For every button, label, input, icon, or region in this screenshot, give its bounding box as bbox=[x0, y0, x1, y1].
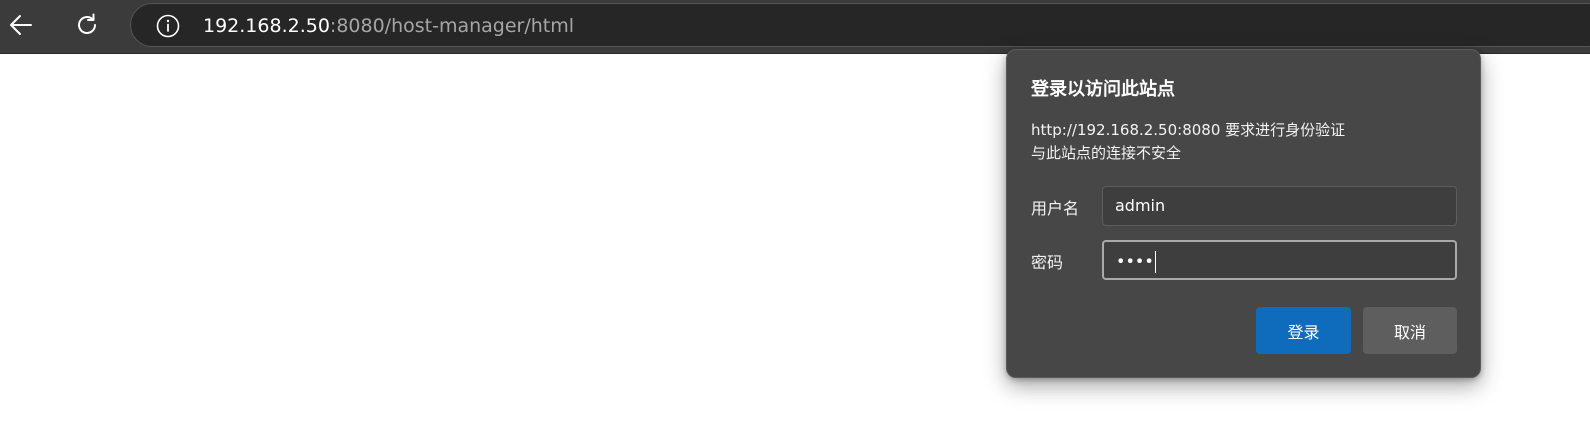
username-label: 用户名 bbox=[1031, 199, 1080, 218]
password-value: •••• bbox=[1116, 251, 1156, 273]
login-button[interactable]: 登录 bbox=[1256, 307, 1351, 354]
browser-toolbar: 192.168.2.50:8080/host-manager/html bbox=[0, 0, 1590, 54]
info-icon[interactable] bbox=[155, 13, 181, 39]
password-field[interactable]: •••• bbox=[1102, 240, 1457, 280]
dialog-message-insecure: 与此站点的连接不安全 bbox=[1031, 144, 1182, 162]
back-arrow-icon bbox=[10, 15, 32, 35]
cancel-button[interactable]: 取消 bbox=[1363, 307, 1457, 354]
reload-icon bbox=[78, 13, 96, 34]
text-caret bbox=[1154, 251, 1156, 273]
auth-dialog: 登录以访问此站点 http://192.168.2.50:8080 要求进行身份… bbox=[1006, 49, 1481, 378]
url-text[interactable]: 192.168.2.50:8080/host-manager/html bbox=[203, 14, 574, 38]
address-bar[interactable]: 192.168.2.50:8080/host-manager/html bbox=[130, 3, 1590, 47]
password-mask: •••• bbox=[1116, 251, 1154, 271]
username-field[interactable]: admin bbox=[1102, 186, 1457, 226]
url-host: 192.168.2.50 bbox=[203, 15, 330, 37]
back-button[interactable] bbox=[4, 8, 38, 42]
dialog-message-auth: http://192.168.2.50:8080 要求进行身份验证 bbox=[1031, 121, 1346, 139]
dialog-title: 登录以访问此站点 bbox=[1031, 79, 1175, 100]
username-value: admin bbox=[1115, 196, 1166, 215]
url-path: :8080/host-manager/html bbox=[329, 15, 575, 37]
reload-button[interactable] bbox=[70, 8, 104, 42]
password-label: 密码 bbox=[1031, 253, 1064, 272]
